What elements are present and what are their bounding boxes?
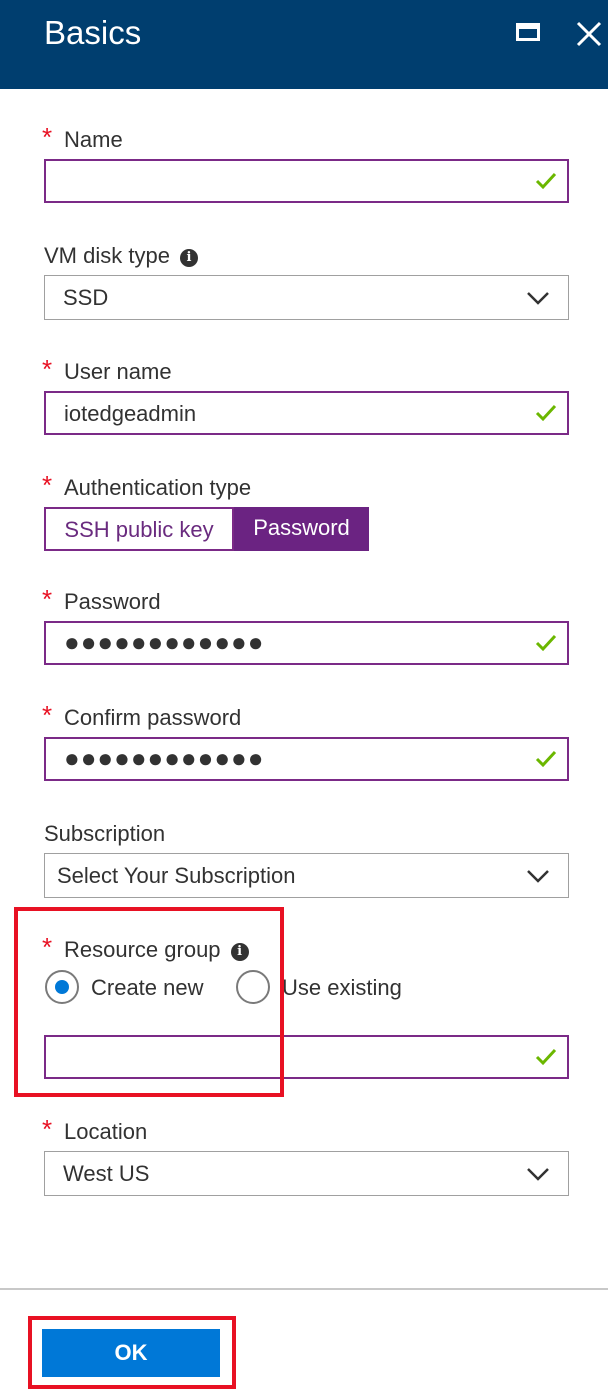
location-value: West US [63, 1161, 150, 1186]
blade-header: Basics [0, 0, 608, 89]
check-icon [535, 634, 557, 652]
confirm-password-value: ●●●●●●●●●●●● [64, 743, 265, 773]
check-icon [535, 404, 557, 422]
required-icon: * [42, 470, 53, 500]
required-icon: * [42, 1114, 53, 1144]
chevron-down-icon [527, 292, 549, 305]
confirm-password-label: Confirm password [64, 705, 242, 730]
resource-group-highlight [14, 907, 284, 1097]
auth-option-password[interactable]: Password [234, 507, 369, 551]
required-icon: * [42, 122, 53, 152]
password-field[interactable]: ●●●●●●●●●●●● [44, 621, 569, 665]
disk-type-value: SSD [63, 285, 109, 310]
info-icon[interactable]: i [179, 249, 198, 267]
subscription-label: Subscription [44, 821, 166, 846]
check-icon [535, 1048, 557, 1066]
close-icon[interactable] [572, 17, 606, 51]
password-value: ●●●●●●●●●●●● [64, 627, 265, 657]
footer-divider [0, 1288, 608, 1290]
username-value: iotedgeadmin [64, 401, 197, 426]
confirm-password-field[interactable]: ●●●●●●●●●●●● [44, 737, 569, 781]
check-icon [535, 750, 557, 768]
auth-option-ssh[interactable]: SSH public key [44, 507, 234, 551]
name-field[interactable] [44, 159, 569, 203]
disk-type-label-text: VM disk type [44, 243, 170, 268]
subscription-value: Select Your Subscription [57, 863, 296, 888]
subscription-select[interactable]: Select Your Subscription [44, 853, 569, 898]
check-icon [535, 172, 557, 190]
auth-type-toggle: SSH public key Password [44, 507, 369, 551]
location-select[interactable]: West US [44, 1151, 569, 1196]
radio-use-existing-label[interactable]: Use existing [282, 975, 402, 1001]
location-label: Location [64, 1119, 148, 1144]
disk-type-select[interactable]: SSD [44, 275, 569, 320]
username-label: User name [64, 359, 172, 384]
maximize-icon[interactable] [512, 17, 546, 51]
chevron-down-icon [527, 1168, 549, 1181]
disk-type-label: VM disk type i [44, 243, 198, 269]
required-icon: * [42, 584, 53, 614]
required-icon: * [42, 354, 53, 384]
auth-type-label: Authentication type [64, 475, 252, 500]
required-icon: * [42, 700, 53, 730]
name-label: Name [64, 127, 123, 152]
chevron-down-icon [527, 870, 549, 883]
password-label: Password [64, 589, 161, 614]
blade-title: Basics [44, 14, 142, 51]
username-field[interactable]: iotedgeadmin [44, 391, 569, 435]
ok-button-highlight [28, 1316, 236, 1389]
